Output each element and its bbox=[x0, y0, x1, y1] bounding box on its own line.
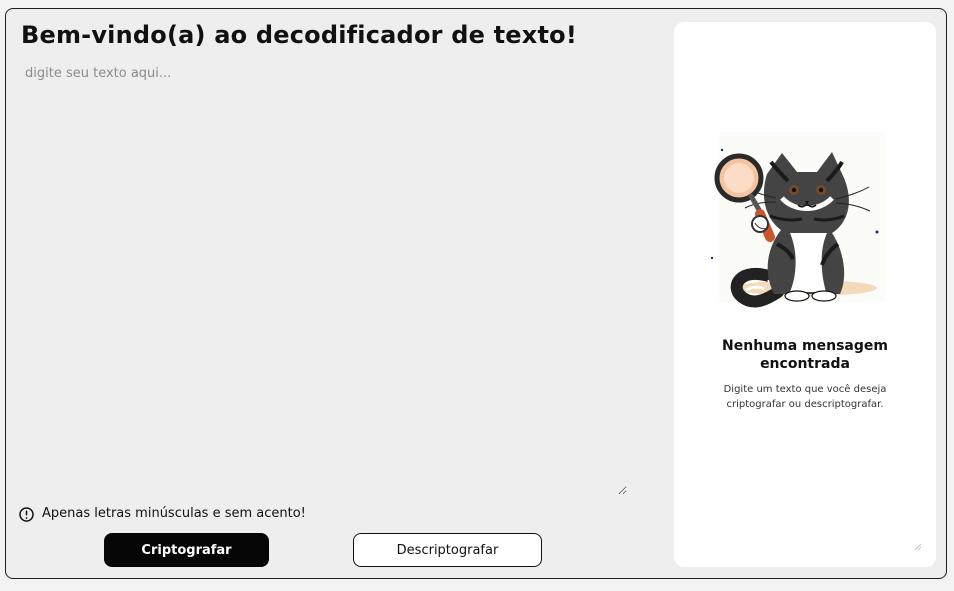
app-window: Bem-vindo(a) ao decodificador de texto! … bbox=[5, 8, 947, 579]
text-input[interactable] bbox=[21, 61, 627, 495]
resize-grip-icon[interactable] bbox=[914, 543, 922, 551]
encrypt-button[interactable]: Criptografar bbox=[104, 533, 269, 567]
hint-text: Apenas letras minúsculas e sem acento! bbox=[42, 506, 306, 521]
decrypt-button[interactable]: Descriptografar bbox=[353, 533, 542, 567]
empty-state-title: Nenhuma mensagem encontrada bbox=[722, 338, 888, 372]
page-title: Bem-vindo(a) ao decodificador de texto! bbox=[21, 21, 577, 49]
input-hint: Apenas letras minúsculas e sem acento! bbox=[19, 505, 306, 523]
cat-magnifier-illustration bbox=[710, 132, 885, 308]
empty-state-description: Digite um texto que você deseja criptogr… bbox=[723, 384, 887, 410]
warning-icon bbox=[19, 506, 34, 522]
output-panel: Nenhuma mensagem encontrada Digite um te… bbox=[674, 22, 936, 567]
